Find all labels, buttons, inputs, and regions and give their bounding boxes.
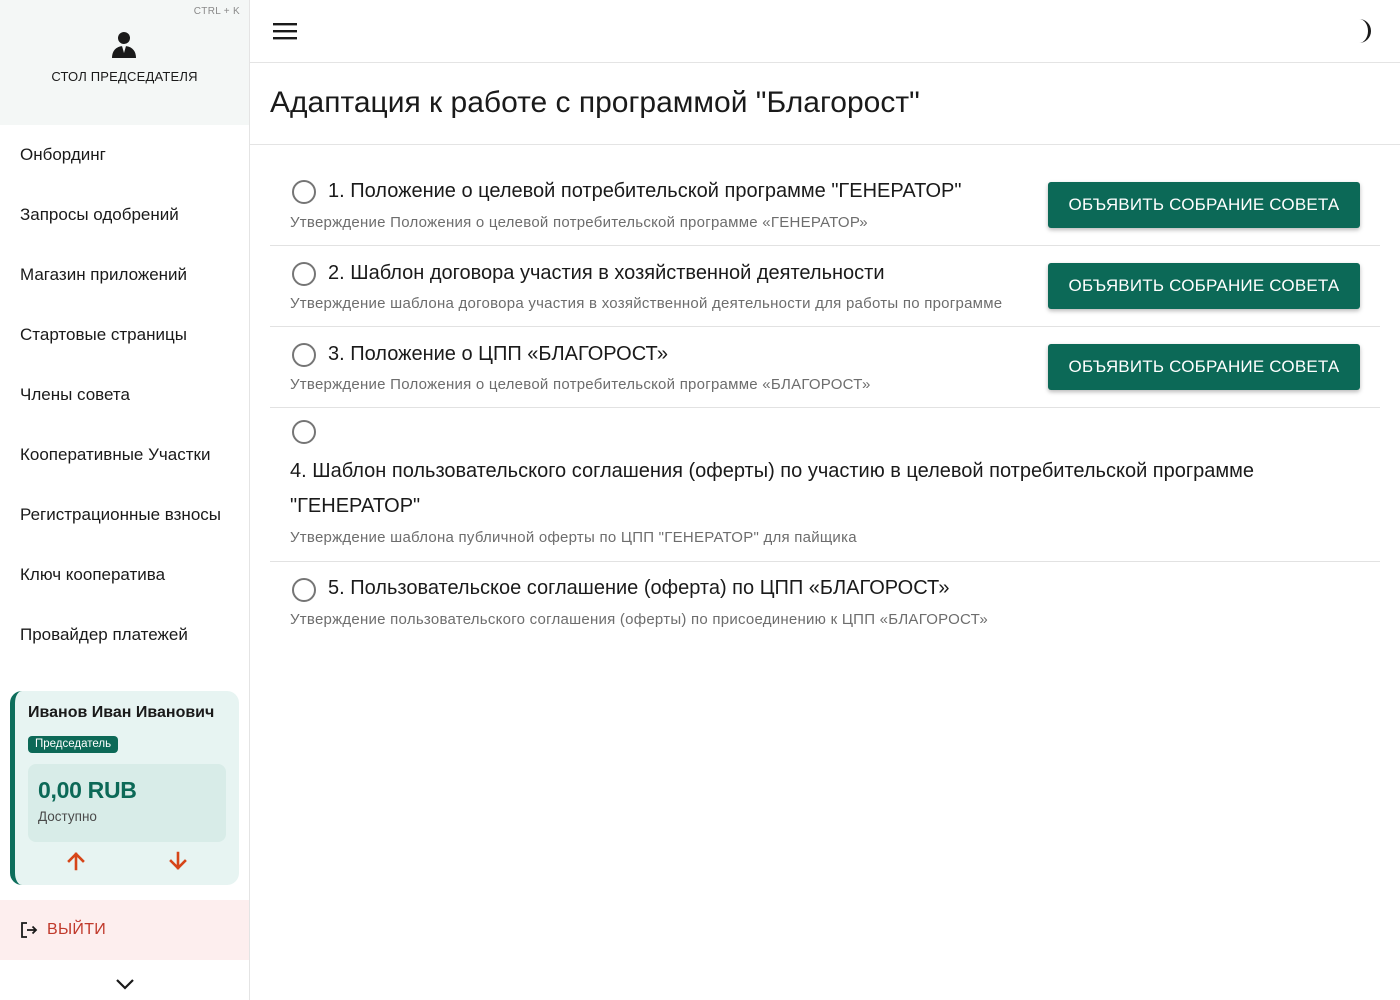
logout-button[interactable]: ВЫЙТИ [0, 900, 249, 960]
announce-council-meeting-button[interactable]: ОБЪЯВИТЬ СОБРАНИЕ СОВЕТА [1048, 263, 1360, 309]
sidebar-header[interactable]: CTRL + K СТОЛ ПРЕДСЕДАТЕЛЯ [0, 0, 249, 125]
sidebar-item-council-members[interactable]: Члены совета [0, 365, 249, 425]
role-badge: Председатель [28, 736, 119, 753]
list-item: 1. Положение о целевой потребительской п… [270, 165, 1380, 246]
balance-label: Доступно [38, 809, 97, 824]
user-name: Иванов Иван Иванович [28, 704, 215, 721]
desk-title: СТОЛ ПРЕДСЕДАТЕЛЯ [51, 69, 198, 84]
balance-amount: 0,00 RUB [38, 777, 137, 803]
page-title-bar: Адаптация к работе с программой "Благоро… [250, 64, 1400, 145]
top-bar [250, 0, 1400, 63]
item-description: Утверждение пользовательского соглашения… [290, 611, 988, 628]
item-title: 1. Положение о целевой потребительской п… [328, 180, 962, 202]
page-title: Адаптация к работе с программой "Благоро… [270, 86, 920, 119]
item-description: Утверждение шаблона договора участия в х… [290, 295, 1003, 312]
app: CTRL + K СТОЛ ПРЕДСЕДАТЕЛЯ Онбординг Зап… [0, 0, 1400, 1000]
list-item: 5. Пользовательское соглашение (оферта) … [270, 562, 1380, 643]
sidebar-item-registration-fees[interactable]: Регистрационные взносы [0, 485, 249, 545]
item-radio[interactable] [292, 420, 316, 444]
moon-icon[interactable] [1350, 17, 1378, 45]
item-radio[interactable] [292, 180, 316, 204]
item-title: 2. Шаблон договора участия в хозяйственн… [328, 262, 885, 284]
item-title: 4. Шаблон пользовательского соглашения (… [290, 460, 1255, 517]
chevron-down-icon[interactable] [113, 974, 137, 994]
sidebar-nav: Онбординг Запросы одобрений Магазин прил… [0, 125, 249, 665]
list-item: 4. Шаблон пользовательского соглашения (… [270, 408, 1380, 562]
logout-label: ВЫЙТИ [47, 921, 107, 938]
sidebar-item-onboarding[interactable]: Онбординг [0, 125, 249, 185]
item-title: 5. Пользовательское соглашение (оферта) … [328, 577, 950, 599]
sidebar-item-start-pages[interactable]: Стартовые страницы [0, 305, 249, 365]
announce-council-meeting-button[interactable]: ОБЪЯВИТЬ СОБРАНИЕ СОВЕТА [1048, 344, 1360, 390]
approval-list: 1. Положение о целевой потребительской п… [270, 165, 1380, 643]
user-card: Иванов Иван Иванович Председатель 0,00 R… [10, 691, 239, 885]
list-item: 3. Положение о ЦПП «БЛАГОРОСТ» Утвержден… [270, 327, 1380, 408]
announce-council-meeting-button[interactable]: ОБЪЯВИТЬ СОБРАНИЕ СОВЕТА [1048, 182, 1360, 228]
item-radio[interactable] [292, 262, 316, 286]
arrow-down-icon[interactable] [166, 849, 190, 873]
item-description: Утверждение Положения о целевой потребит… [290, 376, 871, 393]
item-description: Утверждение шаблона публичной оферты по … [290, 529, 857, 546]
logout-icon [21, 922, 38, 938]
balance-panel: 0,00 RUB Доступно [28, 764, 226, 842]
list-item: 2. Шаблон договора участия в хозяйственн… [270, 246, 1380, 327]
item-title: 3. Положение о ЦПП «БЛАГОРОСТ» [328, 343, 668, 365]
item-description: Утверждение Положения о целевой потребит… [290, 214, 868, 231]
sidebar-item-app-store[interactable]: Магазин приложений [0, 245, 249, 305]
shortcut-hint: CTRL + K [193, 6, 240, 17]
hamburger-menu-icon[interactable] [272, 19, 298, 43]
sidebar: CTRL + K СТОЛ ПРЕДСЕДАТЕЛЯ Онбординг Зап… [0, 0, 250, 1000]
sidebar-item-coop-key[interactable]: Ключ кооператива [0, 545, 249, 605]
item-radio[interactable] [292, 343, 316, 367]
sidebar-item-approval-requests[interactable]: Запросы одобрений [0, 185, 249, 245]
chairman-user-icon [112, 32, 136, 58]
item-radio[interactable] [292, 578, 316, 602]
sidebar-item-payment-provider[interactable]: Провайдер платежей [0, 605, 249, 665]
arrow-up-icon[interactable] [64, 849, 88, 873]
sidebar-item-coop-plots[interactable]: Кооперативные Участки [0, 425, 249, 485]
